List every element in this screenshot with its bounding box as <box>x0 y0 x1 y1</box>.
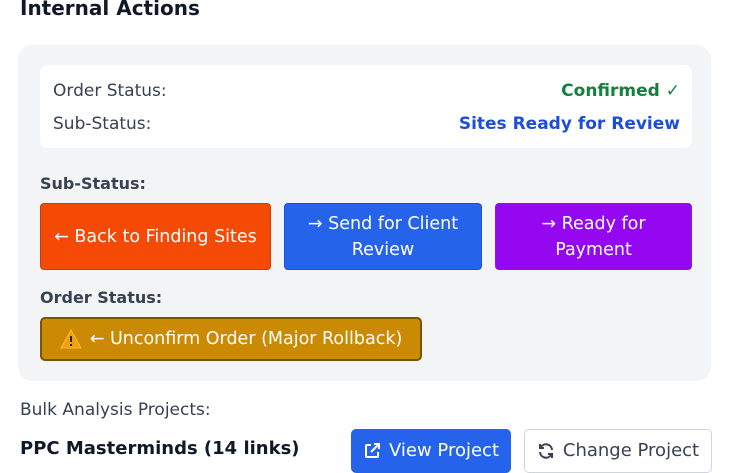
ready-for-payment-label: → Ready for Payment <box>541 213 646 260</box>
back-to-finding-sites-label: ← Back to Finding Sites <box>54 226 257 247</box>
warning-icon <box>59 329 82 349</box>
unconfirm-order-label: ← Unconfirm Order (Major Rollback) <box>89 329 403 349</box>
order-status-group-label: Order Status: <box>40 288 163 307</box>
project-name: PPC Masterminds (14 links) <box>20 438 300 459</box>
bulk-analysis-label: Bulk Analysis Projects: <box>20 400 211 420</box>
section-title: Internal Actions <box>20 0 200 20</box>
sub-status-group-label: Sub-Status: <box>40 174 146 193</box>
status-summary-box <box>40 65 692 148</box>
view-project-button[interactable]: View Project <box>351 429 511 473</box>
change-project-button[interactable]: Change Project <box>524 429 712 473</box>
external-link-icon <box>364 443 380 458</box>
back-to-finding-sites-button[interactable]: ← Back to Finding Sites <box>40 203 271 270</box>
order-status-value: Confirmed ✓ <box>561 81 680 101</box>
sub-status-value: Sites Ready for Review <box>458 114 680 134</box>
refresh-icon <box>538 443 553 459</box>
order-status-label: Order Status: <box>53 81 167 101</box>
ready-for-payment-button[interactable]: → Ready for Payment <box>495 203 692 270</box>
send-for-client-review-label: → Send for Client Review <box>307 213 459 260</box>
view-project-label: View Project <box>388 440 500 461</box>
sub-status-label: Sub-Status: <box>53 114 152 134</box>
unconfirm-order-button[interactable]: ← Unconfirm Order (Major Rollback) <box>40 317 422 361</box>
send-for-client-review-button[interactable]: → Send for Client Review <box>284 203 482 270</box>
change-project-label: Change Project <box>562 440 700 461</box>
